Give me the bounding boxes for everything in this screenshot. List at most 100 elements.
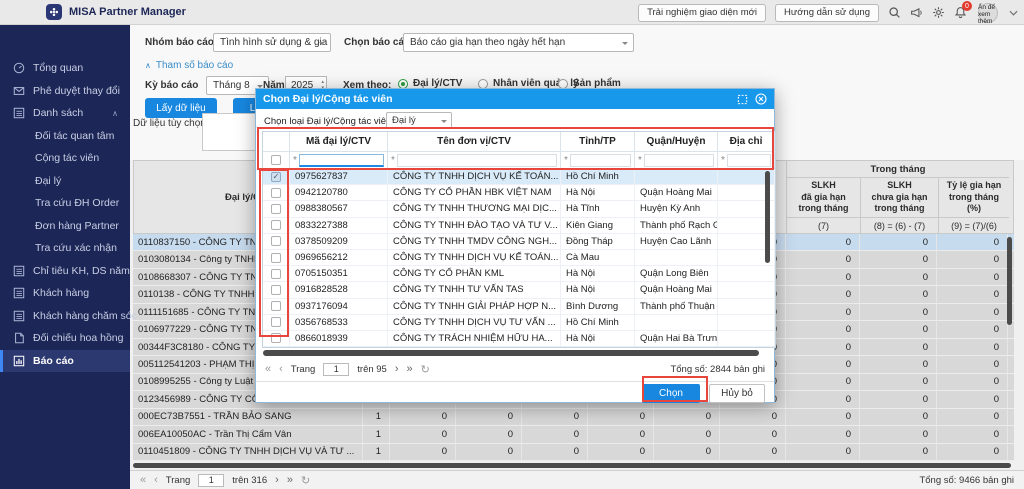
column-header[interactable]: Tên đơn vị/CTV [388,132,561,151]
sidebar-item-doi-chieu-hoa-hong[interactable]: Đối chiếu hoa hồng [0,327,130,350]
first-page-icon[interactable]: « [140,474,146,486]
province-cell: Hà Nội [561,185,635,200]
horizontal-scrollbar[interactable] [133,463,1011,468]
row-checkbox[interactable] [271,285,281,295]
first-page-icon[interactable]: « [265,363,271,375]
filter-input-ten-don-vi[interactable] [397,154,557,167]
collapse-chevron-icon[interactable]: ∧ [112,109,118,118]
modal-table-row[interactable]: 0942120780 CÔNG TY CỔ PHẦN HBK VIỆT NAM … [263,185,775,201]
next-page-icon[interactable]: › [395,363,399,375]
refresh-icon[interactable]: ↻ [421,363,430,376]
filter-operator-icon[interactable]: * [564,155,568,166]
vertical-scrollbar[interactable] [1007,237,1012,325]
sidebar-item-bao-cao[interactable]: Báo cáo [0,350,130,373]
app-header: MISA Partner Manager Trải nghiệm giao di… [0,0,1024,25]
prev-page-icon[interactable]: ‹ [154,474,158,486]
row-checkbox[interactable] [271,317,281,327]
row-checkbox[interactable] [271,333,281,343]
sidebar-item-chi-tieu-kh-ds-nam[interactable]: Chỉ tiêu KH, DS năm [0,260,130,283]
sidebar-item-dai-ly[interactable]: Đại lý [0,170,130,193]
notifications[interactable]: 0 [954,6,967,19]
filter-input-dia-chi[interactable] [727,154,771,167]
guide-button[interactable]: Hướng dẫn sử dụng [775,4,879,22]
filter-input-tinh-tp[interactable] [570,154,631,167]
province-cell: Hà Nội [561,266,635,281]
row-checkbox[interactable] [271,188,281,198]
column-header[interactable]: Tỉnh/TP [561,132,635,151]
modal-table-row[interactable]: 0833227388 CÔNG TY TNHH ĐÀO TẠO VÀ TƯ V.… [263,218,775,234]
modal-table-row[interactable]: 0356768533 CÔNG TY TNHH DỊCH VỤ TƯ VẤN .… [263,315,775,331]
page-number-input[interactable] [198,474,224,487]
row-checkbox[interactable] [271,204,281,214]
modal-header[interactable]: Chọn Đại lý/Cộng tác viên [256,89,774,109]
sidebar-item-khach-hang[interactable]: Khách hàng [0,282,130,305]
row-checkbox[interactable] [271,220,281,230]
column-header[interactable]: Quận/Huyện [635,132,718,151]
last-page-icon[interactable]: » [287,474,293,486]
megaphone-icon[interactable] [910,6,923,19]
radio-icon[interactable] [398,79,408,89]
modal-table-row[interactable]: 0378509209 CÔNG TY TNHH TMDV CÔNG NGH...… [263,234,775,250]
close-icon[interactable] [755,93,767,105]
row-checkbox[interactable] [271,253,281,263]
sidebar-item-tra-cuu-xac-nhan[interactable]: Tra cứu xác nhận [0,237,130,260]
row-checkbox[interactable] [271,301,281,311]
sidebar-item-danh-sach[interactable]: Danh sách ∧ [0,102,130,125]
row-checkbox[interactable] [271,172,281,182]
modal-table-row[interactable]: 0916828528 CÔNG TY TNHH TƯ VẤN TAS Hà Nộ… [263,282,775,298]
sidebar-item-don-hang-partner[interactable]: Đơn hàng Partner [0,215,130,238]
select-all-header-cell [263,132,290,151]
table-row[interactable]: 0110451809 - CÔNG TY TNHH DỊCH VỤ VÀ TƯ … [133,444,1014,461]
filter-input-quan-huyen[interactable] [644,154,714,167]
sidebar-item-doi-tac-quan-tam[interactable]: Đối tác quan tâm [0,125,130,148]
report-params-toggle[interactable]: ∧ Tham số báo cáo [145,60,233,71]
column-header[interactable]: Địa chỉ [718,132,775,151]
sidebar-item-tra-cuu-dh-order[interactable]: Tra cứu ĐH Order [0,192,130,215]
modal-table-row[interactable]: 0988380567 CÔNG TY TNHH THƯƠNG MẠI DỊC..… [263,201,775,217]
sidebar-item-phe-duyet-thay-doi[interactable]: Phê duyệt thay đổi [0,80,130,103]
header-actions: Trải nghiệm giao diện mới Hướng dẫn sử d… [638,0,1018,25]
modal-table-row[interactable]: 0705150351 CÔNG TY CỔ PHẦN KML Hà Nội Qu… [263,266,775,282]
cancel-button[interactable]: Hủy bỏ [709,384,765,403]
search-icon[interactable] [888,6,901,19]
row-checkbox[interactable] [271,236,281,246]
gear-icon[interactable] [932,6,945,19]
new-ui-button[interactable]: Trải nghiệm giao diện mới [638,4,766,22]
filter-operator-icon[interactable]: * [638,155,642,166]
maximize-icon[interactable] [737,94,748,105]
row-checkbox[interactable] [271,269,281,279]
report-group-select[interactable]: Tình hình sử dụng & gia hạn [213,33,331,52]
filter-operator-icon[interactable]: * [293,155,297,166]
value-cell: 0 [588,409,654,425]
filter-operator-icon[interactable]: * [391,155,395,166]
modal-vertical-scrollbar[interactable] [765,171,770,263]
sidebar-item-tong-quan[interactable]: Tổng quan [0,57,130,80]
filter-operator-icon[interactable]: * [721,155,725,166]
modal-table-row[interactable]: 0969656212 CÔNG TY TNHH DỊCH VỤ KẾ TOÁN.… [263,250,775,266]
modal-table-row[interactable]: 0866018939 CÔNG TY TRÁCH NHIỆM HỮU HA...… [263,331,775,347]
table-row[interactable]: 006EA10050AC - Trần Thị Cẩm Vân 1 0 0 0 … [133,426,1014,443]
profile-menu[interactable]: Ấn để xem thêm [976,2,1000,24]
modal-table-row[interactable]: 0937176094 CÔNG TY TNHH GIẢI PHÁP HỢP N.… [263,299,775,315]
radio-icon[interactable] [478,79,488,89]
refresh-icon[interactable]: ↻ [301,474,310,487]
page-label: Trang [166,475,190,486]
agency-type-select[interactable]: Đại lý [386,112,452,129]
table-row[interactable]: 000EC73B7551 - TRẦN BẢO SANG 1 0 0 0 0 0… [133,409,1014,426]
prev-page-icon[interactable]: ‹ [279,363,283,375]
page-number-input[interactable] [323,363,349,376]
radio-icon[interactable] [558,79,568,89]
sidebar-item-cong-tac-vien[interactable]: Cộng tác viên [0,147,130,170]
agency-name-cell: CÔNG TY TNHH TƯ VẤN TAS [388,282,561,297]
report-name-select[interactable]: Báo cáo gia hạn theo ngày hết hạn [403,33,634,52]
modal-horizontal-scrollbar[interactable] [263,350,759,356]
modal-table-row[interactable]: 0975627837 CÔNG TY TNHH DỊCH VỤ KẾ TOÁN.… [263,169,775,185]
sidebar-item-khach-hang-cham-soc[interactable]: Khách hàng chăm sóc [0,305,130,328]
filter-input-ma-dai-ly[interactable] [299,154,384,167]
next-page-icon[interactable]: › [275,474,279,486]
column-header[interactable]: Mã đại lý/CTV [290,132,388,151]
chevron-down-icon[interactable] [1009,10,1018,16]
last-page-icon[interactable]: » [407,363,413,375]
select-button[interactable]: Chọn [642,384,700,403]
select-all-checkbox[interactable] [271,155,281,165]
